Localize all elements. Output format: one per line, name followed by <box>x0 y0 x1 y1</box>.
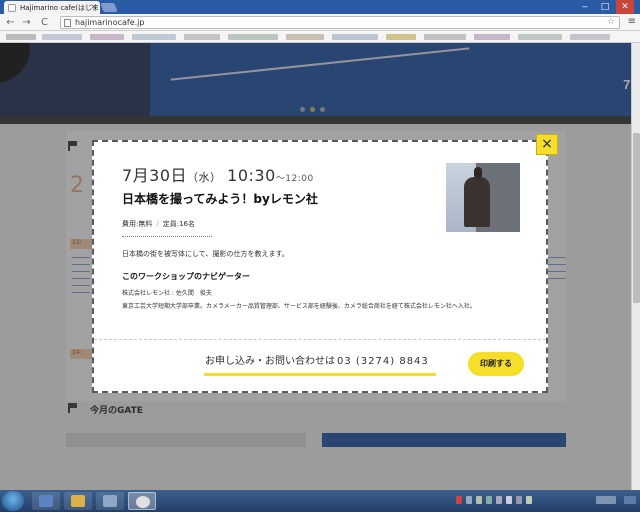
taskbar-item[interactable] <box>32 492 60 510</box>
event-fee: 費用:無料 <box>122 220 153 228</box>
tray-icon[interactable] <box>476 496 482 504</box>
event-end-time: 〜12:00 <box>275 174 314 184</box>
modal-close-button[interactable]: × <box>536 134 558 155</box>
contact-tel[interactable]: 03 (3274) 8843 <box>337 356 429 367</box>
modal-footer-divider <box>94 339 546 340</box>
tray-icon[interactable] <box>496 496 502 504</box>
contact-info: お申し込み・お問い合わせは 03 (3274) 8843 <box>205 352 429 367</box>
navigator-bio: 東京工芸大学短期大学部卒業。カメラメーカー品質管理部、サービス部を経験後、カメラ… <box>122 303 476 310</box>
window-close-button[interactable]: ✕ <box>616 0 634 14</box>
navigator-heading: このワークショップのナビゲーター <box>122 272 250 281</box>
taskbar-item[interactable] <box>96 492 124 510</box>
navigator-name: 株式会社レモン社 : 佐久間 俊夫 <box>122 290 212 297</box>
bookmark-item[interactable] <box>42 34 82 40</box>
bookmark-item[interactable] <box>6 34 36 40</box>
dotted-divider <box>122 236 212 237</box>
event-date: 7月30日 <box>122 166 188 185</box>
meta-separator: / <box>156 220 159 228</box>
bookmark-item[interactable] <box>518 34 562 40</box>
reload-button[interactable]: C <box>38 16 51 29</box>
browser-titlebar: Hajimarino cafe(はじま × ‒ □ ✕ <box>0 0 640 14</box>
event-capacity: 定員:16名 <box>162 220 195 228</box>
taskbar-item[interactable] <box>64 492 92 510</box>
show-desktop-button[interactable] <box>624 496 636 504</box>
browser-toolbar: ← → C hajimarinocafe.jp ☆ ≡ <box>0 14 640 31</box>
bookmark-item[interactable] <box>570 34 610 40</box>
clock-area[interactable] <box>596 496 616 504</box>
browser-tab[interactable]: Hajimarino cafe(はじま × <box>4 1 100 14</box>
contact-underline <box>204 373 436 376</box>
event-description: 日本橋の街を被写体にして、撮影の仕方を教えます。 <box>122 250 289 258</box>
contact-label: お申し込み・お問い合わせは <box>205 356 335 367</box>
event-start-time: 10:30 <box>227 166 276 185</box>
print-button[interactable]: 印刷する <box>468 352 524 376</box>
forward-button[interactable]: → <box>20 16 33 29</box>
windows-taskbar <box>0 490 640 512</box>
bookmark-item[interactable] <box>228 34 278 40</box>
address-url: hajimarinocafe.jp <box>75 18 145 27</box>
menu-icon[interactable]: ≡ <box>628 16 636 27</box>
bookmark-item[interactable] <box>286 34 324 40</box>
bookmark-item[interactable] <box>332 34 378 40</box>
tab-title: Hajimarino cafe(はじま <box>20 4 99 12</box>
taskbar-item-chrome[interactable] <box>128 492 156 510</box>
event-meta: 費用:無料 / 定員:16名 <box>122 219 195 229</box>
bookmark-item[interactable] <box>184 34 220 40</box>
tray-icon[interactable] <box>456 496 462 504</box>
minimize-button[interactable]: ‒ <box>576 0 594 14</box>
tray-icon[interactable] <box>516 496 522 504</box>
tray-icon[interactable] <box>466 496 472 504</box>
start-button[interactable] <box>2 491 24 511</box>
back-button[interactable]: ← <box>4 16 17 29</box>
page-scrollbar[interactable] <box>631 43 640 490</box>
address-bar[interactable]: hajimarinocafe.jp ☆ <box>60 16 620 29</box>
bookmark-item[interactable] <box>90 34 124 40</box>
page-icon <box>64 19 71 27</box>
event-photo <box>446 163 520 232</box>
tray-icon[interactable] <box>526 496 532 504</box>
bookmark-item[interactable] <box>424 34 466 40</box>
bookmark-star-icon[interactable]: ☆ <box>607 17 615 27</box>
tab-close-icon[interactable]: × <box>90 2 97 11</box>
maximize-button[interactable]: □ <box>596 0 614 14</box>
event-title: 日本橋を撮ってみよう！byレモン社 <box>122 192 318 206</box>
tray-icon[interactable] <box>506 496 512 504</box>
bookmark-item[interactable] <box>132 34 176 40</box>
new-tab-button[interactable] <box>100 3 118 12</box>
bookmark-item[interactable] <box>386 34 416 40</box>
event-weekday: （水） <box>187 171 222 184</box>
tray-icon[interactable] <box>486 496 492 504</box>
bookmark-item[interactable] <box>474 34 510 40</box>
favicon-icon <box>8 4 16 12</box>
event-datetime: 7月30日（水） 10:30〜12:00 <box>122 162 314 186</box>
bookmarks-bar <box>0 31 640 43</box>
